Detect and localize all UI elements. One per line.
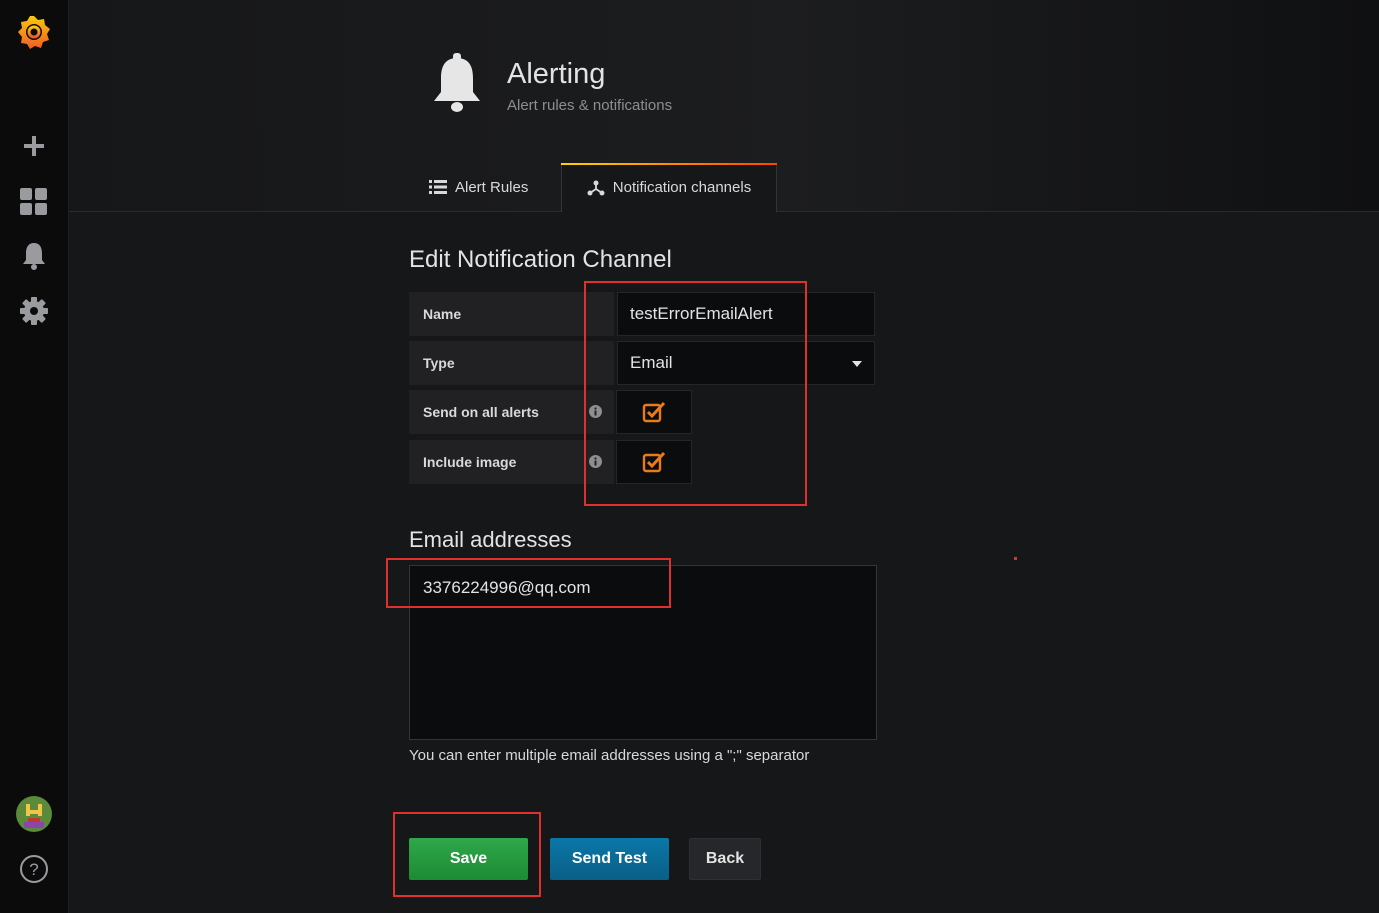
bell-icon	[431, 52, 483, 121]
list-icon	[429, 180, 447, 194]
annotation-highlight-box	[584, 281, 807, 506]
annotation-highlight-box	[386, 558, 671, 608]
user-avatar[interactable]	[0, 794, 68, 834]
annotation-dot	[1014, 557, 1017, 560]
annotation-highlight-box	[393, 812, 541, 897]
grafana-logo-icon[interactable]	[0, 12, 68, 52]
share-nodes-icon	[587, 180, 605, 195]
tab-label: Notification channels	[612, 179, 752, 196]
tab-alert-rules[interactable]: Alert Rules	[411, 163, 546, 211]
sidebar: ?	[0, 0, 69, 913]
send-test-button[interactable]: Send Test	[550, 838, 669, 880]
page-subtitle: Alert rules & notifications	[507, 97, 673, 114]
dashboards-icon[interactable]	[0, 182, 68, 222]
help-icon[interactable]: ?	[0, 849, 68, 889]
email-help-text: You can enter multiple email addresses u…	[409, 747, 810, 764]
include-image-label-text: Include image	[423, 454, 517, 470]
email-section-title: Email addresses	[409, 527, 572, 552]
create-plus-icon[interactable]	[0, 126, 68, 166]
form-title: Edit Notification Channel	[409, 246, 672, 273]
configuration-gear-icon[interactable]	[0, 291, 68, 331]
tab-label: Alert Rules	[455, 178, 529, 196]
back-button[interactable]: Back	[689, 838, 761, 880]
caret-down-icon	[852, 361, 862, 367]
send-all-label-text: Send on all alerts	[423, 404, 539, 420]
page-title: Alerting	[507, 58, 606, 90]
svg-text:?: ?	[29, 860, 38, 879]
active-tab-indicator	[561, 163, 777, 165]
tab-notification-channels[interactable]: Notification channels	[561, 163, 777, 212]
alerting-bell-icon[interactable]	[0, 236, 68, 276]
